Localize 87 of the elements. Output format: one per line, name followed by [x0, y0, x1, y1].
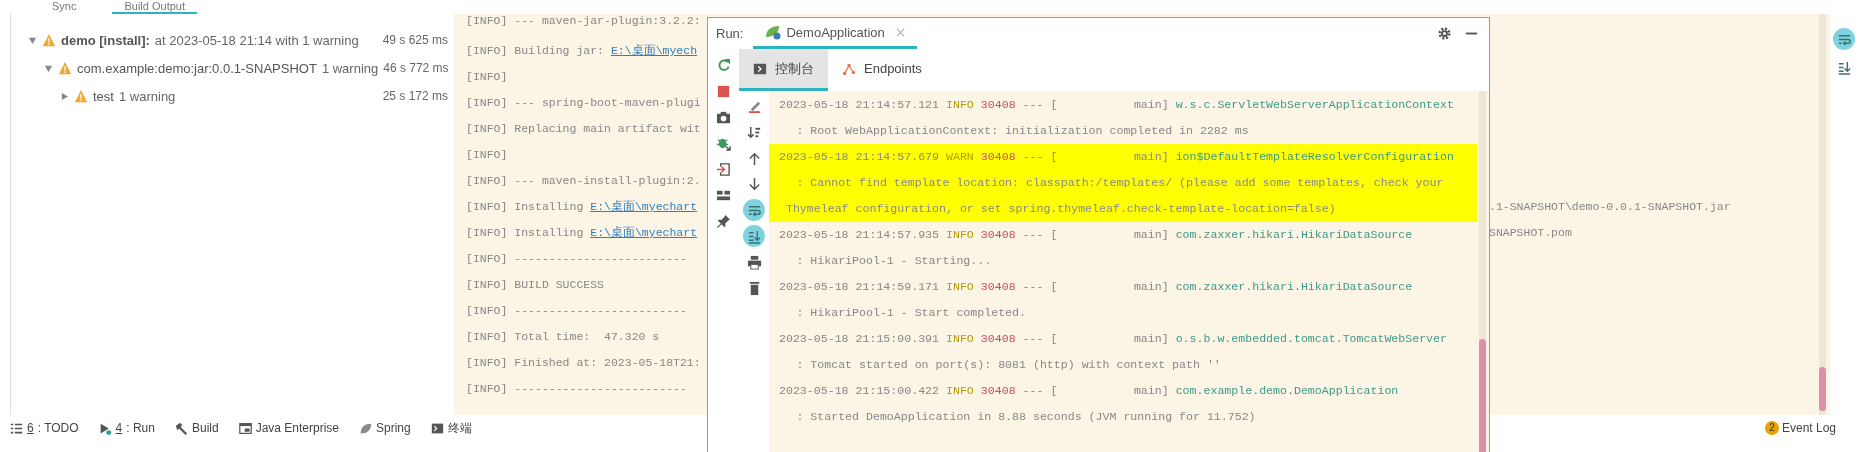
console-line: SNAPSHOT.pom — [1489, 225, 1573, 241]
run-icon — [98, 421, 112, 435]
pin-icon — [716, 213, 731, 229]
console-line: [INFO] — [466, 69, 508, 85]
console-line: [INFO] --- maven-install-plugin:2. — [466, 173, 701, 189]
console-line: [INFO] --- maven-jar-plugin:3.2.2: — [466, 14, 701, 28]
console-line: [INFO] BUILD SUCCESS — [466, 277, 605, 293]
console-tab[interactable]: 控制台 — [739, 49, 828, 91]
tree-label: test — [93, 88, 114, 104]
log-message: : Tomcat started on port(s): 8081 (http) with context path '' — [795, 357, 1222, 373]
todo-tool-button[interactable]: 6 : TODO — [2, 419, 87, 437]
leaf-icon — [765, 24, 782, 40]
run-label: Run: — [716, 26, 744, 41]
file-link[interactable]: E:\桌面\myechart — [590, 226, 698, 239]
console-line: [INFO] Finished at: 2023-05-18T21: — [466, 355, 701, 371]
scrollbar-thumb[interactable] — [1479, 339, 1486, 452]
tree-row[interactable]: demo [install]: at 2023-05-18 21:14 with 1 warning 49 s 625 ms — [23, 26, 448, 54]
scroll-end-icon — [1836, 59, 1852, 75]
spring-tool-button[interactable]: Spring — [351, 419, 419, 437]
build-tool-button[interactable]: Build — [166, 419, 227, 437]
tree-detail: 1 warning — [321, 60, 379, 76]
file-link[interactable]: E:\桌面\myechart — [590, 200, 698, 213]
expand-arrow-icon[interactable] — [44, 63, 53, 73]
console-line: [INFO] Installing E:\桌面\myechart — [466, 225, 698, 241]
warning-icon — [58, 61, 72, 75]
log-line: 2023-05-18 21:15:00.391 INFO 30408 --- [ main] o.s.b.w.embedded.tomcat.TomcatWebServer — [779, 331, 1448, 347]
scrollbar-thumb[interactable] — [1819, 367, 1826, 411]
duration-text: 49 s 625 ms — [382, 33, 448, 47]
log-message: Thymeleaf configuration, or set spring.thymeleaf.check-template-location=false) — [784, 201, 1337, 217]
log-message: : Root WebApplicationContext: initialization completed in 2282 ms — [795, 123, 1250, 139]
settings-icon[interactable] — [1437, 26, 1452, 41]
warning-icon — [42, 33, 56, 47]
endpoints-icon — [842, 61, 856, 76]
expand-arrow-icon[interactable] — [60, 91, 69, 101]
duration-text: 46 s 772 ms — [383, 61, 449, 75]
expand-arrow-icon[interactable] — [28, 35, 37, 45]
terminal-icon — [430, 421, 444, 435]
tree-row[interactable]: com.example:demo:jar:0.0.1-SNAPSHOT 1 warning 46 s 772 ms — [23, 54, 448, 82]
console-tab[interactable]: Endpoints — [828, 49, 936, 91]
console-icon — [753, 61, 767, 76]
login-icon — [716, 161, 731, 177]
log-message: : HikariPool-1 - Starting... — [795, 253, 993, 269]
rerun-icon — [716, 57, 731, 73]
console-line: [INFO] Replacing main artifact wit — [466, 121, 701, 137]
tree-label: demo [install]: — [61, 32, 150, 48]
console-line: [INFO] Building jar: E:\桌面\myech — [466, 43, 698, 59]
terminal-tool-button[interactable]: 终端 — [422, 417, 480, 439]
scroll-end-icon — [746, 228, 762, 244]
log-line: 2023-05-18 21:14:59.171 INFO 30408 --- [ main] com.zaxxer.hikari.HikariDataSource — [779, 279, 1414, 295]
wrap-button[interactable] — [743, 199, 765, 221]
build-icon — [174, 421, 188, 435]
java-enterprise-icon — [238, 421, 252, 435]
console-line: [INFO] ------------------------- — [466, 303, 687, 319]
event-log-button[interactable]: 2 Event Log — [1758, 420, 1842, 436]
camera-icon — [716, 109, 731, 125]
todo-icon — [10, 421, 23, 435]
console-line: [INFO] Installing E:\桌面\myechart — [466, 199, 698, 215]
console-line: [INFO] ------------------------- — [466, 251, 687, 267]
run-tool-button[interactable]: 4 : Run — [90, 419, 163, 437]
tool-tab[interactable]: Sync — [40, 0, 89, 14]
print-icon — [746, 254, 762, 270]
log-line: 2023-05-18 21:15:00.422 INFO 30408 --- [ main] com.example.demo.DemoApplication — [779, 383, 1400, 399]
log-message: : HikariPool-1 - Start completed. — [795, 305, 1027, 321]
console-line: [INFO] — [466, 147, 508, 163]
duration-text: 25 s 172 ms — [382, 89, 448, 103]
console-line: [INFO] ------------------------- — [466, 381, 687, 397]
java-enterprise-tool-button[interactable]: Java Enterprise — [230, 419, 348, 437]
log-line: 2023-05-18 21:14:57.679 WARN 30408 --- [ main] ion$DefaultTemplateResolverConfiguration — [779, 149, 1455, 165]
tree-row[interactable]: test 1 warning 25 s 172 ms — [23, 82, 448, 110]
log-line: 2023-05-18 21:14:57.935 INFO 30408 --- [ main] com.zaxxer.hikari.HikariDataSource — [779, 227, 1414, 243]
stop-icon — [716, 83, 731, 99]
log-message: : Started DemoApplication in 8.88 seconds (JVM running for 11.752) — [795, 409, 1257, 425]
console-line: .1-SNAPSHOT\demo-0.0.1-SNAPSHOT.jar — [1489, 199, 1732, 215]
log-line: 2023-05-18 21:14:57.121 INFO 30408 --- [ main] w.s.c.ServletWebServerApplicationContext — [779, 97, 1455, 113]
log-message: : Cannot find template location: classpath:/templates/ (please add some templates, check your — [795, 175, 1445, 191]
file-link[interactable]: E:\桌面\myech — [610, 44, 698, 57]
warning-icon — [74, 89, 88, 103]
tree-detail: 1 warning — [118, 88, 176, 104]
spring-icon — [359, 421, 373, 435]
tree-detail: at 2023-05-18 21:14 with 1 warning — [154, 32, 359, 48]
console-line: [INFO] --- spring-boot-maven-plugi — [466, 95, 701, 111]
wrap-button[interactable] — [1833, 28, 1855, 50]
console-line: [INFO] Total time: 47.320 s — [466, 329, 660, 345]
scroll-end-button[interactable] — [743, 225, 765, 247]
tree-label: com.example:demo:jar:0.0.1-SNAPSHOT — [77, 60, 317, 76]
tool-tab[interactable]: Build Output — [112, 0, 197, 14]
sort-icon — [746, 124, 762, 140]
